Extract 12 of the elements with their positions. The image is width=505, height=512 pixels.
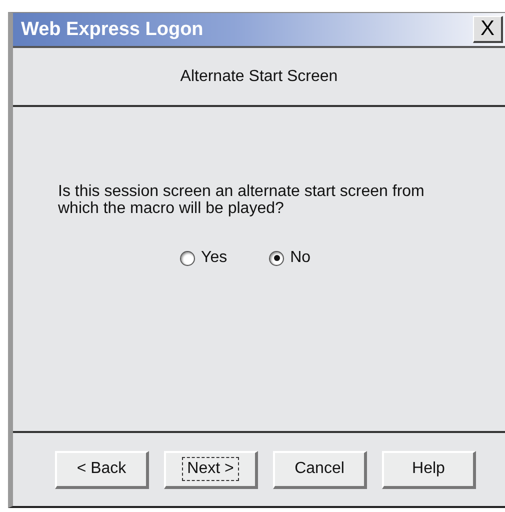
radio-label: No	[290, 249, 311, 267]
radio-button[interactable]	[269, 250, 284, 266]
window-title: Web Express Logon	[21, 18, 204, 40]
close-button[interactable]: X	[473, 16, 503, 43]
dialog-button[interactable]: Help	[382, 450, 476, 488]
dialog-button[interactable]: < Back	[55, 450, 149, 488]
question-text: Is this session screen an alternate start screen from which the macro will be played?	[58, 183, 426, 217]
page-heading: Alternate Start Screen	[180, 68, 338, 86]
dialog-button[interactable]: Cancel	[273, 450, 367, 488]
radio-button[interactable]	[180, 250, 195, 266]
radio-label: Yes	[201, 249, 228, 267]
dialog-button[interactable]: Next >	[164, 450, 258, 488]
